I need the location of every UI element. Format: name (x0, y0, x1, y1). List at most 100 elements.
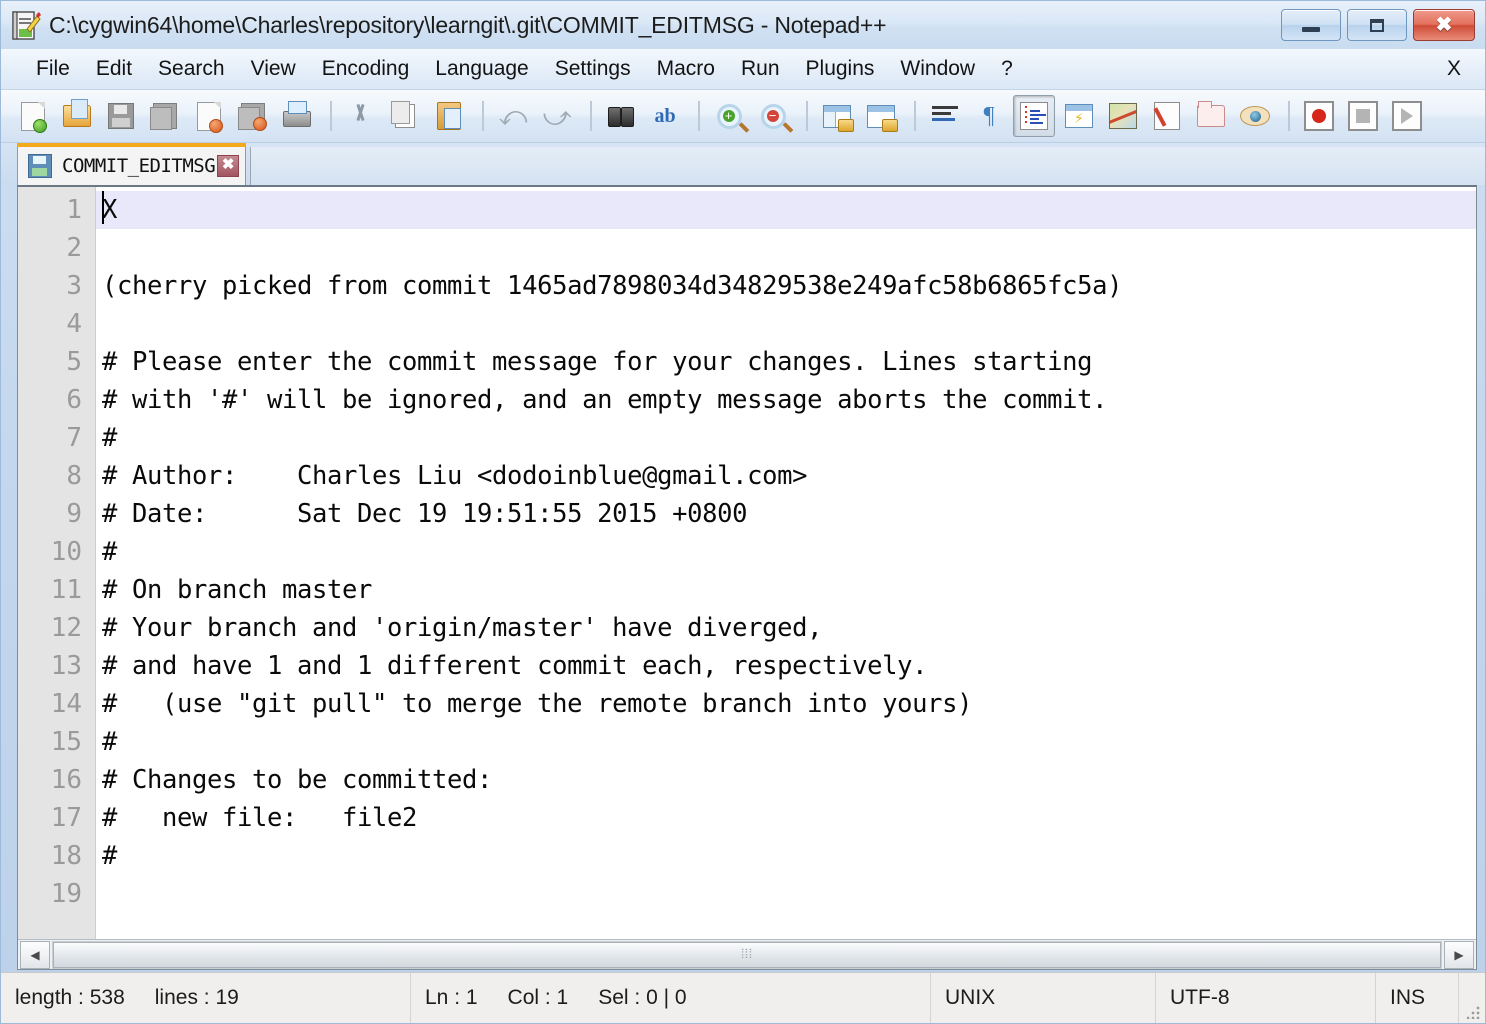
redo-button[interactable]: ⤻ (537, 96, 577, 136)
cut-button[interactable] (341, 96, 381, 136)
line-number: 17 (50, 803, 82, 833)
stop-recording-button[interactable] (1343, 96, 1383, 136)
horizontal-scroll-track[interactable]: ⦙⦙⦙ (52, 940, 1442, 969)
toolbar-separator (806, 101, 808, 131)
user-defined-dialog-button[interactable]: ⚡ (1059, 96, 1099, 136)
menu-item-file[interactable]: File (23, 55, 83, 83)
status-eol-format[interactable]: UNIX (931, 973, 1156, 1023)
sync-vertical-scrolling-button[interactable] (817, 96, 857, 136)
line-number: 9 (66, 499, 82, 529)
menu-item-run[interactable]: Run (728, 55, 793, 83)
start-recording-button[interactable] (1299, 96, 1339, 136)
code-line: # Please enter the commit message for yo… (102, 347, 1093, 377)
close-button[interactable]: ✖ (1413, 9, 1475, 41)
tab-close-icon[interactable]: ✖ (217, 155, 240, 177)
paste-icon (437, 102, 461, 130)
maximize-button[interactable] (1347, 9, 1407, 41)
line-number: 6 (66, 385, 82, 415)
line-number: 7 (66, 423, 82, 453)
undo-button[interactable]: ⤺ (493, 96, 533, 136)
save-button[interactable] (101, 96, 141, 136)
menu-item-settings[interactable]: Settings (542, 55, 644, 83)
playback-button[interactable] (1387, 96, 1427, 136)
scroll-right-button[interactable]: ▶ (1444, 940, 1474, 969)
resize-grip-icon (1467, 1005, 1481, 1019)
menu-item-search[interactable]: Search (145, 55, 238, 83)
code-line: # (use "git pull" to merge the remote br… (102, 689, 973, 719)
code-line: # Date: Sat Dec 19 19:51:55 2015 +0800 (102, 499, 748, 529)
status-caret-info: Ln : 1 Col : 1 Sel : 0 | 0 (411, 973, 931, 1023)
copy-button[interactable] (385, 96, 425, 136)
replace-icon: ab (654, 105, 676, 127)
close-file-button[interactable] (189, 96, 229, 136)
status-document-info: length : 538 lines : 19 (1, 973, 411, 1023)
tab-bar: COMMIT_EDITMSG ✖ (1, 143, 1485, 185)
scroll-left-button[interactable]: ◀ (20, 940, 50, 969)
close-file-icon (197, 101, 223, 133)
find-button[interactable] (601, 96, 641, 136)
menu-item-edit[interactable]: Edit (83, 55, 145, 83)
show-all-characters-button[interactable]: ¶ (969, 96, 1009, 136)
scroll-thumb-grip: ⦙⦙⦙ (741, 947, 753, 962)
close-icon: ✖ (1435, 14, 1453, 36)
save-all-icon (150, 103, 177, 130)
code-area[interactable]: X (cherry picked from commit 1465ad78980… (96, 187, 1476, 939)
monitoring-button[interactable] (1235, 96, 1275, 136)
open-file-button[interactable] (57, 96, 97, 136)
menu-item-macro[interactable]: Macro (644, 55, 728, 83)
monitoring-icon (1240, 106, 1270, 126)
show-indent-guide-button[interactable] (1013, 95, 1055, 137)
resize-grip[interactable] (1459, 973, 1485, 1023)
status-insert-mode[interactable]: INS (1376, 973, 1459, 1023)
show-indent-guide-icon (1020, 102, 1048, 130)
horizontal-scroll-thumb[interactable]: ⦙⦙⦙ (53, 941, 1441, 968)
close-all-files-button[interactable] (233, 96, 273, 136)
folder-as-workspace-button[interactable] (1191, 96, 1231, 136)
zoom-in-icon: + (716, 103, 742, 129)
toolbar: ⤺ ⤻ ab + − ¶ ⚡ (1, 90, 1485, 143)
minimize-button[interactable] (1281, 9, 1341, 41)
replace-button[interactable]: ab (645, 96, 685, 136)
menu-item-window[interactable]: Window (887, 55, 988, 83)
editor-body[interactable]: 1 2 3 4 5 6 7 8 9 10 11 12 13 14 15 16 1… (18, 187, 1476, 939)
status-lines: lines : 19 (154, 986, 239, 1009)
menu-item-view[interactable]: View (238, 55, 309, 83)
tab-commit-editmsg[interactable]: COMMIT_EDITMSG ✖ (17, 143, 247, 185)
code-line: # Author: Charles Liu <dodoinblue@gmail.… (102, 461, 808, 491)
horizontal-scrollbar[interactable]: ◀ ⦙⦙⦙ ▶ (18, 939, 1476, 969)
word-wrap-button[interactable] (925, 96, 965, 136)
user-defined-dialog-icon: ⚡ (1065, 104, 1093, 128)
paste-button[interactable] (429, 96, 469, 136)
status-ln: Ln : 1 (425, 986, 478, 1009)
new-file-button[interactable] (13, 96, 53, 136)
code-line: # Changes to be committed: (102, 765, 493, 795)
menu-item-encoding[interactable]: Encoding (309, 55, 423, 83)
toolbar-separator (1288, 101, 1290, 131)
print-button[interactable] (277, 96, 317, 136)
status-encoding[interactable]: UTF-8 (1156, 973, 1376, 1023)
close-all-files-icon (238, 103, 267, 131)
line-number: 15 (50, 727, 82, 757)
code-line: # with '#' will be ignored, and an empty… (102, 385, 1108, 415)
line-number: 18 (50, 841, 82, 871)
redo-icon: ⤻ (542, 100, 572, 132)
maximize-icon (1370, 18, 1384, 32)
zoom-out-button[interactable]: − (753, 96, 793, 136)
code-line: X (96, 191, 1476, 229)
close-document-button[interactable]: X (1437, 55, 1471, 83)
zoom-in-button[interactable]: + (709, 96, 749, 136)
function-list-button[interactable] (1147, 96, 1187, 136)
line-number: 2 (66, 233, 82, 263)
menu-item-plugins[interactable]: Plugins (793, 55, 888, 83)
status-length: length : 538 (15, 986, 125, 1009)
save-all-button[interactable] (145, 96, 185, 136)
word-wrap-icon (932, 106, 958, 126)
cut-icon (351, 104, 371, 128)
menu-item-language[interactable]: Language (422, 55, 541, 83)
menu-item-help[interactable]: ? (988, 55, 1026, 83)
sync-horizontal-scrolling-button[interactable] (861, 96, 901, 136)
document-map-button[interactable] (1103, 96, 1143, 136)
line-number: 13 (50, 651, 82, 681)
